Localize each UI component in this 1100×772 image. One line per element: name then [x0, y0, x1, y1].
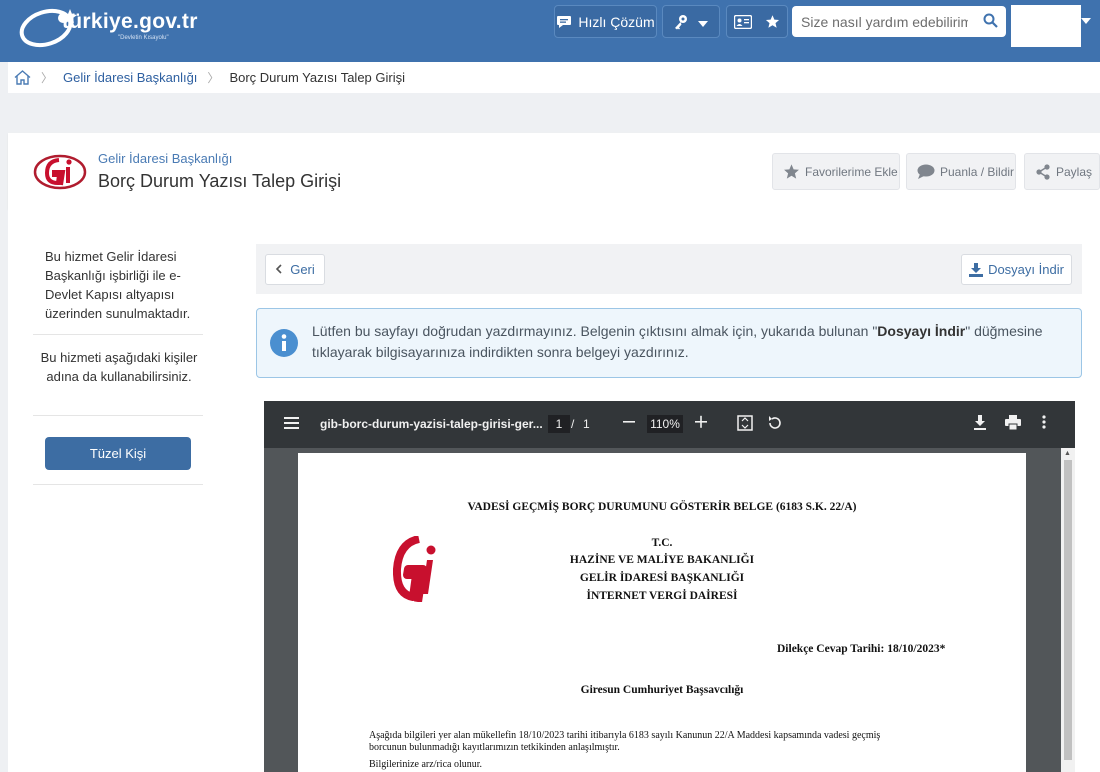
speech-bubble-icon [917, 164, 935, 179]
breadcrumb-parent-link[interactable]: Gelir İdaresi Başkanlığı [63, 70, 197, 85]
zoom-in-icon[interactable] [695, 410, 707, 438]
more-options-icon[interactable] [1042, 414, 1046, 435]
service-provider-note: Bu hizmet Gelir İdaresi Başkanlığı işbir… [45, 249, 191, 321]
zoom-out-icon[interactable] [623, 411, 635, 437]
chat-bubble-icon [556, 15, 572, 29]
share-label: Paylaş [1056, 164, 1093, 179]
pdf-scrollbar[interactable]: ▲ [1061, 448, 1075, 772]
rate-report-label: Puanla / Bildir [940, 164, 1015, 179]
star-icon[interactable] [765, 14, 780, 29]
chevron-down-icon [698, 14, 708, 30]
account-caret-icon[interactable] [1081, 16, 1091, 27]
service-header: Gelir İdaresi Başkanlığı Borç Durum Yazı… [8, 133, 1100, 209]
add-favorite-button[interactable]: Favorilerime Ekle [772, 153, 900, 190]
page-number-input[interactable]: 1 [548, 415, 570, 433]
on-behalf-note: Bu hizmeti aşağıdaki kişiler adına da ku… [40, 350, 198, 384]
document-body-line: Bilgilerinize arz/rica olunur. [369, 759, 483, 770]
breadcrumb-current: Borç Durum Yazısı Talep Girişi [229, 70, 405, 85]
quick-solution-button[interactable]: Hızlı Çözüm [554, 5, 657, 38]
share-button[interactable]: Paylaş [1024, 153, 1100, 190]
back-button[interactable]: Geri [265, 254, 325, 285]
print-warning-text: Lütfen bu sayfayı doğrudan yazdırmayınız… [312, 321, 1062, 363]
action-bar: Geri Dosyayı İndir [256, 244, 1082, 294]
share-icon [1035, 163, 1051, 180]
scroll-up-icon[interactable]: ▲ [1064, 450, 1071, 457]
star-icon [783, 163, 800, 180]
main-content: Geri Dosyayı İndir Lütfen bu sayfayı doğ… [228, 209, 1100, 772]
divider [33, 334, 203, 335]
document-ministry: HAZİNE VE MALİYE BAKANLIĞI [569, 554, 755, 566]
chevron-left-icon [275, 263, 282, 277]
search-icon[interactable] [983, 13, 998, 33]
gib-logo [33, 153, 88, 196]
quick-solution-label: Hızlı Çözüm [578, 13, 655, 30]
info-text-before: Lütfen bu sayfayı doğrudan yazdırmayınız… [312, 323, 878, 339]
breadcrumb-separator-icon: 〉 [207, 71, 220, 85]
download-file-label: Dosyayı İndir [988, 262, 1064, 277]
id-card-icon[interactable] [733, 14, 752, 29]
site-search [792, 6, 1006, 37]
logo-text: türkiye.gov.tr [62, 10, 198, 33]
print-icon[interactable] [1005, 415, 1021, 435]
logo-subtext: "Devletin Kısayolu" [118, 35, 169, 41]
home-icon[interactable] [14, 70, 31, 85]
document-recipient: Giresun Cumhuriyet Başsavcılığı [580, 684, 744, 696]
key-icon [674, 14, 688, 30]
identity-favorites-group [726, 5, 788, 38]
left-sidebar: Bu hizmet Gelir İdaresi Başkanlığı işbir… [8, 209, 228, 772]
fit-page-icon[interactable] [737, 415, 753, 436]
document-tc: T.C. [651, 537, 673, 549]
page-separator: / [571, 417, 575, 431]
divider [33, 484, 203, 485]
add-favorite-label: Favorilerime Ekle [805, 164, 898, 179]
back-label: Geri [290, 262, 315, 277]
breadcrumb-separator-icon: 〉 [41, 71, 54, 85]
document-date-line: Dilekçe Cevap Tarihi: 18/10/2023* [777, 643, 946, 655]
search-input[interactable] [792, 6, 968, 37]
page-title: Borç Durum Yazısı Talep Girişi [98, 171, 342, 191]
pdf-page: VADESİ GEÇMİŞ BORÇ DURUMUNU GÖSTERİR BEL… [298, 453, 1026, 772]
print-warning-alert: Lütfen bu sayfayı doğrudan yazdırmayınız… [256, 308, 1082, 378]
service-institution[interactable]: Gelir İdaresi Başkanlığı [98, 151, 232, 166]
info-text-bold: Dosyayı İndir [877, 323, 966, 339]
rate-report-button[interactable]: Puanla / Bildir [906, 153, 1016, 190]
top-navigation-bar: türkiye.gov.tr "Devletin Kısayolu" Hızlı… [0, 0, 1100, 62]
legal-entity-button[interactable]: Tüzel Kişi [45, 437, 191, 470]
document-body-line: borcunun bulunmadığı kayıtlarımızın tetk… [369, 742, 620, 753]
zoom-level-input[interactable]: 110% [647, 415, 683, 433]
user-account-box[interactable] [1011, 5, 1081, 47]
download-file-button[interactable]: Dosyayı İndir [961, 254, 1072, 285]
pdf-toolbar: gib-borc-durum-yazisi-talep-girisi-ger..… [264, 401, 1075, 448]
login-method-dropdown[interactable] [662, 5, 720, 38]
page-total: 1 [583, 417, 590, 431]
document-gib: GELİR İDARESİ BAŞKANLIĞI [579, 572, 745, 584]
info-icon [270, 329, 298, 362]
divider [33, 415, 203, 416]
hamburger-menu-icon[interactable] [284, 416, 299, 434]
document-ivd: İNTERNET VERGİ DAİRESİ [586, 590, 738, 602]
breadcrumb: 〉 Gelir İdaresi Başkanlığı 〉 Borç Durum … [8, 62, 1100, 93]
download-icon [969, 262, 984, 277]
document-heading: VADESİ GEÇMİŞ BORÇ DURUMUNU GÖSTERİR BEL… [467, 501, 857, 513]
pdf-viewer: gib-borc-durum-yazisi-talep-girisi-ger..… [264, 401, 1075, 772]
document-body-line: Aşağıda bilgileri yer alan mükellefin 18… [369, 730, 881, 741]
scrollbar-thumb[interactable] [1064, 460, 1072, 760]
pdf-filename: gib-borc-durum-yazisi-talep-girisi-ger..… [320, 417, 543, 431]
rotate-icon[interactable] [767, 415, 783, 436]
download-icon[interactable] [973, 415, 987, 435]
